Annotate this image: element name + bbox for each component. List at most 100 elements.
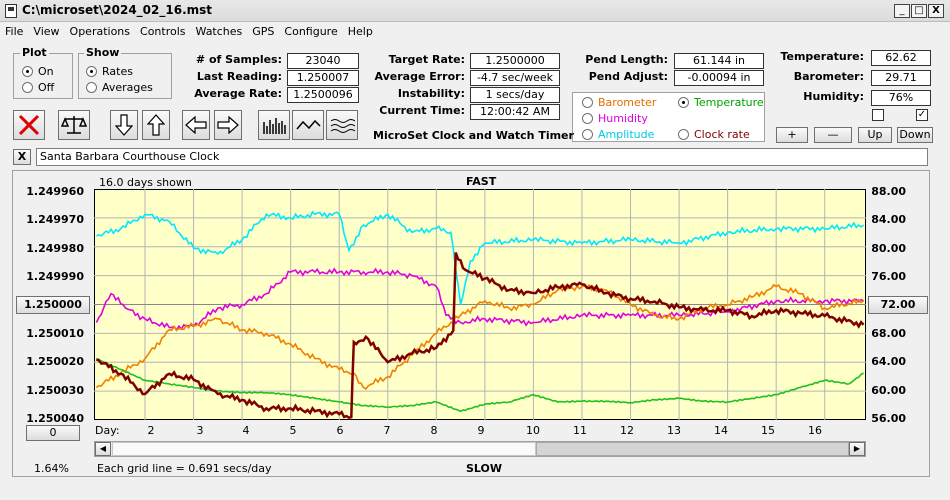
plot-off-label: Off [38,80,55,94]
up-button[interactable] [142,110,170,140]
show-averages-label: Averages [102,80,153,94]
aux-temperature-label: Temperature [694,95,764,109]
aux-amplitude-radio[interactable]: Amplitude [582,126,654,142]
barometer-value: 29.71 [871,70,931,86]
humidity-value: 76% [871,90,931,106]
arrow-left-icon [185,116,207,134]
y-left-tick: 1.250040 [26,412,84,425]
aux-temperature-radio[interactable]: Temperature [678,94,764,110]
balance-button[interactable] [58,110,90,140]
last-reading-label: Last Reading: [196,70,282,83]
plot-group-title: Plot [20,46,49,59]
zoom-in-button[interactable]: + [776,127,808,143]
scroll-right-arrow[interactable]: ▶ [849,442,865,456]
temperature-value: 62.62 [871,50,931,66]
radio-rates-dot [86,65,97,77]
x-tick: 2 [147,424,155,437]
aux-barometer-radio[interactable]: Barometer [582,94,656,110]
histogram-button[interactable] [258,110,290,140]
window-title: C:\microset\2024_02_16.mst [22,3,213,17]
days-shown-label: 16.0 days shown [99,176,192,189]
target-rate-label: Target Rate: [388,53,465,66]
show-averages-radio[interactable]: Averages [86,79,153,95]
scrollbar-thumb[interactable] [536,442,849,456]
x-tick: 7 [383,424,391,437]
y-left-tick: 1.249990 [26,270,84,283]
clear-description-button[interactable]: X [13,149,31,165]
aux-humidity-dot [582,112,593,124]
last-reading-value: 1.250007 [287,70,359,86]
scrollbar-track-left [112,442,536,456]
plot-off-radio[interactable]: Off [22,79,54,95]
menu-view[interactable]: View [28,22,64,38]
right-button[interactable] [214,110,242,140]
smooth-plot-button[interactable] [326,110,358,140]
menu-operations[interactable]: Operations [65,22,135,38]
x-tick: 11 [573,424,587,437]
y-right-tick: 84.00 [871,213,906,226]
y-right-tick: 68.00 [871,327,906,340]
scroll-up-button[interactable]: Up [858,127,892,143]
current-time-value: 12:00:42 AM [470,104,560,120]
checkbox-1[interactable] [872,109,884,121]
menu-gps[interactable]: GPS [247,22,279,38]
slow-label: SLOW [466,462,503,475]
stop-button[interactable] [13,110,45,140]
down-button[interactable] [110,110,138,140]
show-group-title: Show [84,46,122,59]
average-rate-value: 1.2500096 [287,87,359,103]
checkbox-2[interactable]: ✓ [916,109,928,121]
x-tick: 12 [620,424,634,437]
y-left-tick: 1.249970 [26,213,84,226]
show-rates-label: Rates [102,64,133,78]
current-time-label: Current Time: [379,104,465,117]
menu-configure[interactable]: Configure [279,22,342,38]
radio-off-dot [22,81,33,93]
red-x-icon [18,114,40,136]
y-right-tick: 60.00 [871,384,906,397]
aux-clockrate-radio[interactable]: Clock rate [678,126,750,142]
center-aux-button[interactable]: 72.00 [868,296,928,314]
plot-on-radio[interactable]: On [22,63,54,79]
scroll-left-arrow[interactable]: ◀ [95,442,111,456]
x-tick: 8 [430,424,438,437]
left-button[interactable] [182,110,210,140]
arrow-right-icon [217,116,239,134]
x-tick: 14 [714,424,728,437]
x-tick: 13 [667,424,681,437]
maximize-button[interactable]: □ [911,4,927,18]
offset-zero-button[interactable]: 0 [26,425,80,441]
y-left-tick: 1.250010 [26,327,84,340]
minimize-button[interactable]: _ [894,4,910,18]
menu-help[interactable]: Help [343,22,378,38]
samples-label: # of Samples: [195,53,282,66]
menu-controls[interactable]: Controls [135,22,191,38]
scroll-down-button[interactable]: Down [897,127,933,143]
center-rate-button[interactable]: 1.250000 [16,296,90,314]
menu-watches[interactable]: Watches [191,22,248,38]
aux-temperature-dot [678,96,689,108]
aux-barometer-dot [582,96,593,108]
x-tick: 3 [196,424,204,437]
instability-label: Instability: [397,87,465,100]
x-tick: 5 [289,424,297,437]
menu-file[interactable]: File [0,22,28,38]
aux-amplitude-label: Amplitude [598,127,655,141]
app-name: MicroSet Clock and Watch Timer [373,129,574,142]
x-tick: 4 [242,424,250,437]
pend-adjust-value: -0.00094 in [674,70,764,86]
aux-clockrate-label: Clock rate [694,127,750,141]
aux-humidity-radio[interactable]: Humidity [582,110,648,126]
line-plot-button[interactable] [292,110,324,140]
pend-length-label: Pend Length: [585,53,668,66]
y-left-tick: 1.249980 [26,242,84,255]
zoom-out-button[interactable]: — [814,127,852,143]
y-right-tick: 56.00 [871,412,906,425]
pend-length-value[interactable]: 61.144 in [674,53,764,69]
description-input[interactable]: Santa Barbara Courthouse Clock [36,148,928,166]
target-rate-value[interactable]: 1.2500000 [470,53,560,69]
show-rates-radio[interactable]: Rates [86,63,133,79]
plot-on-label: On [38,64,54,78]
temperature-label: Temperature: [780,50,864,63]
close-button[interactable]: X [928,4,944,18]
